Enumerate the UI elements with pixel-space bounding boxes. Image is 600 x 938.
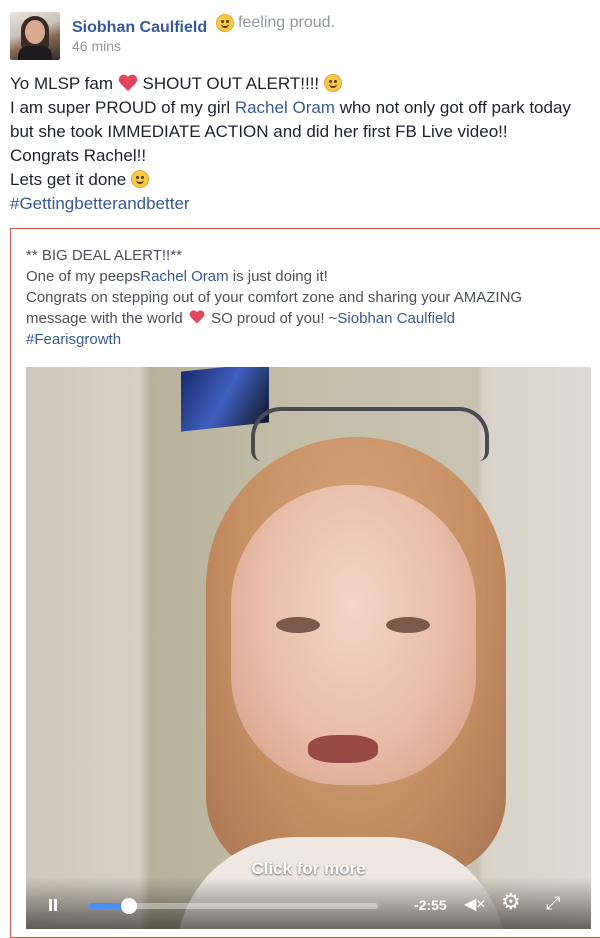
progress-scrubber[interactable] <box>120 898 137 914</box>
video-controls: -2:55 ◀× ⚙ ⤢ <box>26 877 591 929</box>
live-video-player[interactable]: Click for more -2:55 ◀× ⚙ ⤢ <box>26 367 591 929</box>
post-line-2: I am super PROUD of my girl Rachel Oram … <box>10 98 571 117</box>
mention-link-rachel-oram-shared[interactable]: Rachel Oram <box>140 268 228 285</box>
hashtag-link-shared[interactable]: #Fearisgrowth <box>26 329 522 350</box>
mention-link-siobhan-caulfield[interactable]: Siobhan Caulfield <box>337 310 455 327</box>
fullscreen-icon[interactable]: ⤢ <box>546 893 560 914</box>
mention-link-rachel-oram[interactable]: Rachel Oram <box>235 98 335 117</box>
progress-bar[interactable] <box>88 898 378 914</box>
pause-icon[interactable] <box>48 899 58 911</box>
post-line-4: Congrats Rachel!! <box>10 146 147 165</box>
post-timestamp[interactable]: 46 mins <box>72 38 121 54</box>
author-name[interactable]: Siobhan Caulfield feeling proud. <box>72 14 335 37</box>
post-line-5: Lets get it done <box>10 168 600 192</box>
heart-emoji-icon-shared <box>189 310 205 324</box>
feeling-status: feeling proud. <box>215 14 335 32</box>
mute-icon[interactable]: ◀× <box>464 894 486 914</box>
glasses <box>251 407 489 461</box>
smiley-emoji-icon <box>215 14 234 32</box>
settings-gear-icon[interactable]: ⚙ <box>501 891 521 913</box>
author-avatar[interactable] <box>10 12 60 60</box>
time-remaining: -2:55 <box>414 897 447 913</box>
grin-emoji-icon <box>323 74 342 92</box>
wink-emoji-icon <box>131 170 149 188</box>
post-line-1: Yo MLSP fam SHOUT OUT ALERT!!!! <box>10 72 600 96</box>
heart-emoji-icon <box>118 74 138 92</box>
shared-post-text: ** BIG DEAL ALERT!!** One of my peepsRac… <box>26 247 523 350</box>
post-text: Yo MLSP fam SHOUT OUT ALERT!!!! I am sup… <box>10 72 600 216</box>
post-header: Siobhan Caulfield feeling proud. 46 mins <box>10 12 590 60</box>
click-for-more-overlay[interactable]: Click for more <box>26 859 591 879</box>
post-line-3: but she took IMMEDIATE ACTION and did he… <box>10 122 508 141</box>
hashtag-link[interactable]: #Gettingbetterandbetter <box>10 192 600 216</box>
shared-post: ** BIG DEAL ALERT!!** One of my peepsRac… <box>10 228 600 938</box>
